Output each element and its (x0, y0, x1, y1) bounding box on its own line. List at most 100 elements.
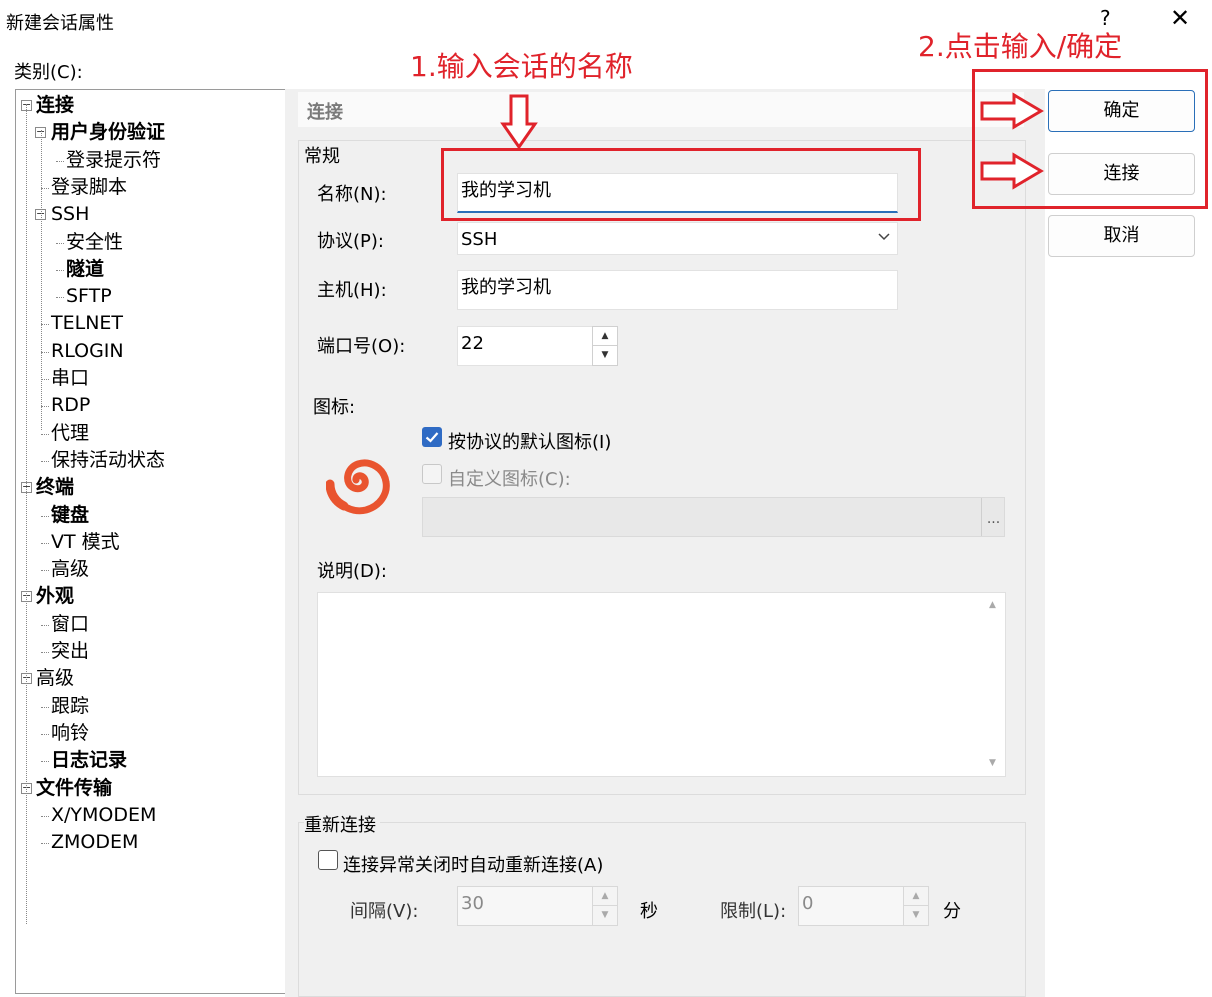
tree-item[interactable]: 登录脚本 (51, 174, 127, 201)
annotation-step2-text: 2.点击输入/确定 (918, 30, 1123, 63)
tree-connector (56, 160, 64, 162)
xshell-spiral-logo-icon (325, 458, 390, 520)
down-arrow-icon (500, 94, 538, 150)
default-icon-checkbox[interactable] (422, 427, 442, 447)
protocol-select[interactable]: SSH (457, 222, 898, 255)
tree-item[interactable]: 用户身份验证 (51, 119, 165, 146)
right-arrow-icon (980, 92, 1044, 130)
annotation-name-highlight (441, 148, 921, 221)
spin-up-icon: ▲ (904, 887, 928, 906)
tree-connector (41, 733, 49, 735)
interval-unit: 秒 (640, 901, 658, 922)
category-tree[interactable]: 连接 − 用户身份验证 − 登录提示符 登录脚本 SSH − 安全性 隧道 SFTP TELNET RL… (15, 89, 286, 994)
tree-connector (41, 843, 49, 845)
section-header-title: 连接 (307, 102, 343, 123)
tree-item[interactable]: 保持活动状态 (51, 447, 165, 474)
description-scrollbar[interactable]: ▲ ▼ (980, 593, 1005, 776)
annotation-step1-text: 1.输入会话的名称 (410, 50, 633, 83)
tree-connector (41, 406, 49, 408)
port-label: 端口号(O): (317, 336, 406, 357)
tree-connector (41, 515, 49, 517)
tree-item[interactable]: X/YMODEM (51, 802, 156, 829)
tree-item[interactable]: 终端 (36, 474, 74, 501)
limit-label: 限制(L): (720, 901, 787, 922)
description-label: 说明(D): (317, 561, 387, 582)
tree-connector (41, 570, 49, 572)
tree-item[interactable]: SSH (51, 201, 89, 228)
port-input[interactable]: 22 (457, 326, 592, 366)
tree-connector (41, 624, 49, 626)
tree-connector (41, 187, 49, 189)
custom-icon-label: 自定义图标(C): (448, 469, 571, 490)
host-label: 主机(H): (317, 280, 387, 301)
tree-item[interactable]: 跟踪 (51, 693, 89, 720)
tree-connector (41, 652, 49, 653)
interval-input: 30 (457, 886, 592, 926)
spin-up-icon: ▲ (593, 887, 617, 906)
host-input[interactable]: 我的学习机 (457, 270, 898, 310)
tree-item[interactable]: 突出 (51, 638, 89, 665)
spin-down-icon: ▼ (601, 910, 609, 920)
tree-item[interactable]: 外观 (36, 583, 74, 610)
category-label: 类别(C): (14, 62, 83, 83)
tree-item[interactable]: 安全性 (66, 229, 123, 256)
protocol-label: 协议(P): (317, 231, 384, 252)
tree-item[interactable]: 串口 (51, 365, 89, 392)
auto-reconnect-checkbox[interactable] (318, 850, 338, 870)
tree-item[interactable]: 键盘 (51, 502, 89, 529)
tree-connector (56, 269, 64, 271)
spin-up-icon[interactable]: ▲ (593, 327, 617, 346)
scroll-down-icon[interactable]: ▼ (980, 751, 1005, 776)
tree-connector (41, 706, 49, 708)
section-header (298, 92, 1024, 127)
interval-label: 间隔(V): (350, 901, 419, 922)
tree-item[interactable]: 响铃 (51, 720, 89, 747)
tree-item[interactable]: 隧道 (66, 256, 104, 283)
tree-connector (41, 761, 49, 763)
browse-button: ... (981, 498, 1005, 536)
tree-guide-line (26, 104, 27, 924)
limit-stepper: ▲ ▼ (903, 886, 929, 926)
name-label: 名称(N): (317, 184, 387, 205)
tree-connector (41, 379, 49, 380)
spin-down-icon: ▼ (912, 910, 920, 920)
port-stepper[interactable]: ▲ ▼ (592, 326, 618, 366)
tree-item[interactable]: SFTP (66, 283, 112, 310)
tree-item[interactable]: 文件传输 (36, 775, 112, 802)
right-arrow-icon (980, 152, 1044, 190)
tree-connector (56, 297, 64, 299)
tree-item[interactable]: 高级 (36, 665, 74, 692)
scroll-up-icon[interactable]: ▲ (980, 593, 1005, 618)
tree-item[interactable]: 代理 (51, 420, 89, 447)
tree-connector (41, 542, 49, 544)
spin-down-icon[interactable]: ▼ (593, 346, 617, 365)
tree-item[interactable]: 连接 (36, 92, 74, 119)
tree-connector (41, 351, 49, 353)
tree-item[interactable]: 登录提示符 (66, 147, 161, 174)
tree-item[interactable]: TELNET (51, 310, 123, 337)
tree-item[interactable]: 窗口 (51, 611, 89, 638)
auto-reconnect-label: 连接异常关闭时自动重新连接(A) (343, 855, 604, 876)
window-title: 新建会话属性 (6, 13, 114, 34)
tree-item[interactable]: 高级 (51, 556, 89, 583)
tree-guide-line (41, 130, 42, 430)
chevron-down-icon[interactable] (877, 229, 891, 247)
limit-unit: 分 (943, 901, 961, 922)
interval-stepper: ▲ ▼ (592, 886, 618, 926)
limit-input: 0 (798, 886, 903, 926)
tree-connector (41, 460, 49, 462)
tree-item[interactable]: VT 模式 (51, 529, 120, 556)
tree-connector (41, 433, 49, 435)
tree-connector (41, 815, 49, 817)
custom-icon-path-field (422, 497, 1005, 537)
tree-item[interactable]: RLOGIN (51, 338, 124, 365)
custom-icon-checkbox[interactable] (422, 464, 442, 484)
tree-item[interactable]: ZMODEM (51, 829, 138, 856)
description-textarea[interactable] (317, 592, 1006, 777)
tree-item[interactable]: RDP (51, 392, 90, 419)
icon-label: 图标: (313, 397, 356, 418)
cancel-button[interactable]: 取消 (1048, 215, 1195, 257)
close-button[interactable]: ✕ (1170, 4, 1190, 32)
tree-item[interactable]: 日志记录 (51, 747, 127, 774)
tree-connector (56, 242, 64, 244)
